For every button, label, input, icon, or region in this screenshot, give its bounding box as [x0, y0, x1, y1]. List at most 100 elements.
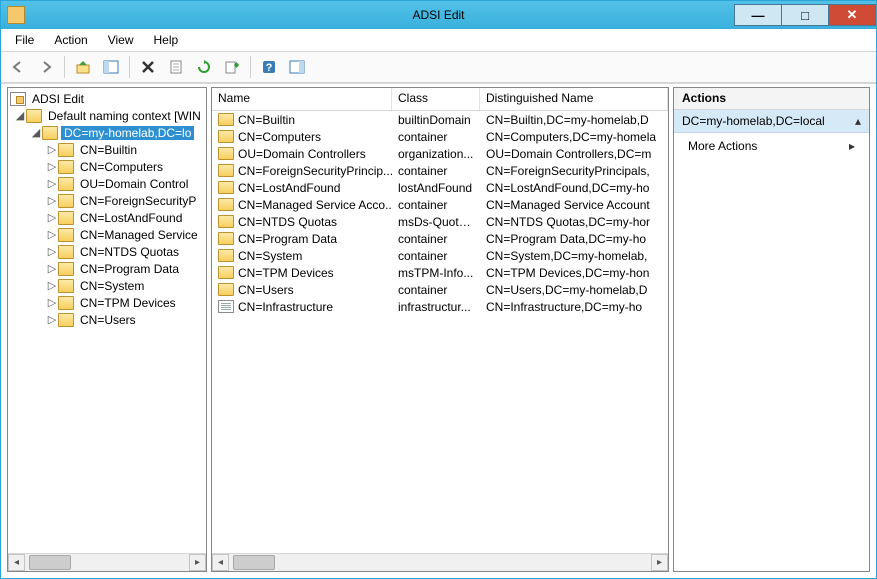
cell-name-text: CN=ForeignSecurityPrincip...: [238, 164, 392, 178]
tree-item[interactable]: ▷CN=Program Data: [10, 260, 206, 277]
chevron-right-icon: ▸: [849, 139, 855, 153]
minimize-button[interactable]: —: [734, 4, 782, 26]
expand-icon[interactable]: ▷: [46, 194, 58, 207]
tree-item-label: CN=LostAndFound: [77, 211, 185, 225]
export-list-button[interactable]: [219, 54, 245, 80]
tree-item[interactable]: ▷CN=Managed Service: [10, 226, 206, 243]
expand-icon[interactable]: ▷: [46, 177, 58, 190]
tree-item[interactable]: ▷CN=Users: [10, 311, 206, 328]
cell-dn: CN=Managed Service Account: [480, 198, 668, 212]
list-row[interactable]: CN=Infrastructureinfrastructur...CN=Infr…: [212, 298, 668, 315]
more-actions-button[interactable]: More Actions ▸: [674, 133, 869, 159]
tree-item[interactable]: ▷OU=Domain Control: [10, 175, 206, 192]
horizontal-scrollbar[interactable]: ◂ ▸: [8, 553, 206, 571]
help-button[interactable]: ?: [256, 54, 282, 80]
scroll-left-button[interactable]: ◂: [212, 554, 229, 571]
cell-class: container: [392, 130, 480, 144]
cell-dn: CN=ForeignSecurityPrincipals,: [480, 164, 668, 178]
cell-dn: CN=TPM Devices,DC=my-hon: [480, 266, 668, 280]
expand-icon[interactable]: ▷: [46, 160, 58, 173]
expand-icon[interactable]: ▷: [46, 313, 58, 326]
expand-icon[interactable]: ▷: [46, 296, 58, 309]
forward-button[interactable]: [33, 54, 59, 80]
tree-item[interactable]: ▷CN=Builtin: [10, 141, 206, 158]
properties-button[interactable]: [163, 54, 189, 80]
folder-icon: [58, 228, 74, 242]
list-row[interactable]: CN=ForeignSecurityPrincip...containerCN=…: [212, 162, 668, 179]
list-row[interactable]: CN=UserscontainerCN=Users,DC=my-homelab,…: [212, 281, 668, 298]
list-row[interactable]: CN=SystemcontainerCN=System,DC=my-homela…: [212, 247, 668, 264]
column-header-dn[interactable]: Distinguished Name: [480, 88, 668, 110]
horizontal-scrollbar[interactable]: ◂ ▸: [212, 553, 668, 571]
close-button[interactable]: ✕: [829, 4, 876, 26]
title-bar[interactable]: ADSI Edit — □ ✕: [1, 1, 876, 29]
cell-name: CN=Users: [212, 283, 392, 297]
menu-action[interactable]: Action: [46, 31, 95, 49]
maximize-button[interactable]: □: [782, 4, 829, 26]
scroll-right-button[interactable]: ▸: [189, 554, 206, 571]
list-row[interactable]: CN=Program DatacontainerCN=Program Data,…: [212, 230, 668, 247]
expand-icon[interactable]: ▷: [46, 211, 58, 224]
menu-file[interactable]: File: [7, 31, 42, 49]
tree-item[interactable]: ▷CN=TPM Devices: [10, 294, 206, 311]
list-row[interactable]: CN=TPM DevicesmsTPM-Info...CN=TPM Device…: [212, 264, 668, 281]
tree-root[interactable]: ADSI Edit: [10, 90, 206, 107]
list-row[interactable]: CN=LostAndFoundlostAndFoundCN=LostAndFou…: [212, 179, 668, 196]
folder-icon: [218, 283, 234, 296]
list-row[interactable]: CN=NTDS QuotasmsDs-Quota...CN=NTDS Quota…: [212, 213, 668, 230]
tree-view[interactable]: ADSI Edit ◢ Default naming context [WIN …: [8, 88, 206, 553]
scroll-thumb[interactable]: [29, 555, 71, 570]
tree-item[interactable]: ▷CN=System: [10, 277, 206, 294]
expand-icon[interactable]: ▷: [46, 262, 58, 275]
show-hide-console-tree-button[interactable]: [98, 54, 124, 80]
actions-pane: Actions DC=my-homelab,DC=local ▴ More Ac…: [673, 87, 870, 572]
list-body[interactable]: CN=BuiltinbuiltinDomainCN=Builtin,DC=my-…: [212, 111, 668, 553]
scroll-track[interactable]: [229, 554, 651, 571]
back-button[interactable]: [5, 54, 31, 80]
folder-icon: [58, 279, 74, 293]
column-header-class[interactable]: Class: [392, 88, 480, 110]
list-row[interactable]: CN=BuiltinbuiltinDomainCN=Builtin,DC=my-…: [212, 111, 668, 128]
list-row[interactable]: OU=Domain Controllersorganization...OU=D…: [212, 145, 668, 162]
menu-view[interactable]: View: [100, 31, 142, 49]
tree-item[interactable]: ▷CN=Computers: [10, 158, 206, 175]
console-tree-pane: ADSI Edit ◢ Default naming context [WIN …: [7, 87, 207, 572]
collapse-icon[interactable]: ◢: [30, 126, 42, 139]
tree-item[interactable]: ▷CN=ForeignSecurityP: [10, 192, 206, 209]
tree-item[interactable]: ▷ CN=LostAndFound: [10, 209, 206, 226]
tree-item[interactable]: ▷CN=NTDS Quotas: [10, 243, 206, 260]
folder-icon: [218, 198, 234, 211]
cell-class: lostAndFound: [392, 181, 480, 195]
expand-icon[interactable]: ▷: [46, 143, 58, 156]
window-controls: — □ ✕: [734, 4, 876, 26]
list-row[interactable]: CN=Managed Service Acco...containerCN=Ma…: [212, 196, 668, 213]
show-hide-action-pane-button[interactable]: [284, 54, 310, 80]
collapse-icon[interactable]: ▴: [855, 114, 861, 128]
expand-icon[interactable]: ▷: [46, 228, 58, 241]
scroll-track[interactable]: [25, 554, 189, 571]
app-window: ADSI Edit — □ ✕ File Action View Help ?: [0, 0, 877, 579]
expand-icon[interactable]: ▷: [46, 279, 58, 292]
column-header-name[interactable]: Name: [212, 88, 392, 110]
list-row[interactable]: CN=ComputerscontainerCN=Computers,DC=my-…: [212, 128, 668, 145]
scroll-thumb[interactable]: [233, 555, 275, 570]
cell-name: OU=Domain Controllers: [212, 147, 392, 161]
menu-help[interactable]: Help: [146, 31, 187, 49]
collapse-icon[interactable]: ◢: [14, 109, 26, 122]
actions-selection[interactable]: DC=my-homelab,DC=local ▴: [674, 110, 869, 133]
tree-item-dc[interactable]: ◢ DC=my-homelab,DC=lo: [10, 124, 206, 141]
scroll-left-button[interactable]: ◂: [8, 554, 25, 571]
cell-name-text: OU=Domain Controllers: [238, 147, 366, 161]
adsi-edit-icon: [10, 92, 26, 106]
cell-name-text: CN=System: [238, 249, 302, 263]
delete-button[interactable]: [135, 54, 161, 80]
scroll-right-button[interactable]: ▸: [651, 554, 668, 571]
cell-name: CN=Computers: [212, 130, 392, 144]
refresh-button[interactable]: [191, 54, 217, 80]
up-container-button[interactable]: [70, 54, 96, 80]
cell-class: msDs-Quota...: [392, 215, 480, 229]
folder-icon: [58, 160, 74, 174]
expand-icon[interactable]: ▷: [46, 245, 58, 258]
cell-class: container: [392, 198, 480, 212]
tree-item-context[interactable]: ◢ Default naming context [WIN: [10, 107, 206, 124]
